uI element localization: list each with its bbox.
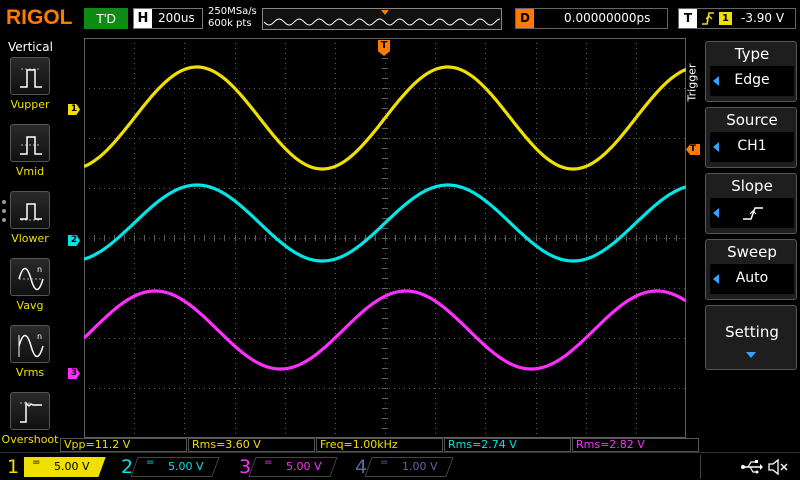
ch2-offset-marker[interactable]: 2 — [68, 235, 80, 246]
channel-1-status[interactable]: 1 = 5.00 V — [2, 455, 112, 479]
type-value: Edge — [734, 72, 770, 88]
channel-3-coupling: = — [264, 457, 273, 468]
channel-4-scale: 1.00 V — [402, 460, 438, 473]
sample-rate: 250MSa/s — [208, 6, 257, 17]
horizontal-timebase-box[interactable]: H 200us — [133, 8, 203, 29]
vupper-button[interactable] — [10, 57, 50, 95]
vavg-label: Vavg — [16, 299, 44, 312]
trace-ch3 — [84, 289, 686, 371]
measure-vertical-menu: Vertical Vupper Vmid Vlower n Vavg n Vrm… — [0, 38, 60, 448]
slope-value-box — [710, 198, 794, 228]
trigger-slope-softkey[interactable]: Slope — [705, 173, 797, 234]
menu-title: Vertical — [8, 40, 53, 54]
channel-2-scale: 5.00 V — [168, 460, 204, 473]
sweep-title: Sweep — [727, 243, 777, 261]
channel-1-coupling: = — [32, 457, 41, 468]
trigger-menu-tab: Trigger — [685, 60, 703, 110]
measurement-ch1-freq[interactable]: Freq=1.00kHz — [316, 438, 443, 452]
vavg-icon: n — [18, 265, 44, 291]
source-value-box: CH1 — [710, 132, 794, 162]
type-title: Type — [734, 45, 770, 63]
brand-logo: RIGOL — [6, 6, 73, 29]
horizontal-label: H — [134, 9, 152, 28]
overshoot-button[interactable] — [10, 392, 50, 430]
trigger-menu-label: Trigger — [685, 63, 699, 102]
vavg-button[interactable]: n — [10, 258, 50, 296]
channel-status-bar: 1 = 5.00 V 2 = 5.00 V 3 = 5.00 V 4 = 1.0… — [0, 452, 800, 480]
channel-2-status[interactable]: 2 = 5.00 V — [116, 455, 226, 479]
trigger-type-softkey[interactable]: Type Edge — [705, 41, 797, 102]
vrms-icon: n — [18, 332, 44, 358]
graticule — [84, 38, 686, 438]
channel-3-status[interactable]: 3 = 5.00 V — [234, 455, 344, 479]
channel-1-number: 1 — [2, 455, 24, 479]
vlower-label: Vlower — [11, 232, 49, 245]
run-state-badge[interactable]: T'D — [84, 8, 128, 29]
trigger-delay-box[interactable]: D 0.00000000ps — [515, 8, 668, 29]
svg-text:n: n — [37, 265, 42, 274]
svg-text:n: n — [37, 332, 42, 341]
trigger-position-marker-icon — [381, 10, 389, 15]
vmid-button[interactable] — [10, 124, 50, 162]
source-title: Source — [726, 111, 778, 129]
channel-4-coupling: = — [380, 457, 389, 468]
channel-2-coupling: = — [146, 457, 155, 468]
vupper-label: Vupper — [10, 98, 50, 111]
top-status-bar: RIGOL T'D H 200us 250MSa/s 600k pts D 0.… — [0, 0, 800, 38]
trigger-source-softkey[interactable]: Source CH1 — [705, 107, 797, 168]
overshoot-icon — [20, 401, 42, 423]
memory-depth: 600k pts — [208, 18, 252, 29]
trace-ch2 — [84, 183, 686, 263]
ch1-offset-marker[interactable]: 1 — [68, 104, 80, 115]
delay-value: 0.00000000ps — [564, 11, 651, 25]
trigger-label: T — [679, 9, 697, 28]
timebase-value: 200us — [158, 11, 195, 25]
type-value-box: Edge — [710, 66, 794, 96]
rising-edge-icon — [743, 207, 763, 220]
channel-3-scale: 5.00 V — [286, 460, 322, 473]
channel-4-number: 4 — [354, 456, 368, 478]
vupper-icon — [20, 68, 42, 88]
trigger-source-badge: 1 — [719, 12, 732, 25]
channel-4-status[interactable]: 4 = 1.00 V — [350, 455, 460, 479]
trigger-sweep-softkey[interactable]: Sweep Auto — [705, 239, 797, 300]
slope-title: Slope — [731, 177, 773, 195]
sweep-value-box: Auto — [710, 264, 794, 294]
sweep-value: Auto — [735, 270, 769, 286]
overshoot-label: Overshoot — [1, 433, 59, 446]
vrms-label: Vrms — [15, 366, 45, 379]
submenu-down-arrow-icon — [746, 352, 756, 358]
trigger-status-box[interactable]: T 1 -3.90 V — [678, 8, 796, 29]
setting-title: Setting — [725, 323, 779, 341]
vmid-label: Vmid — [15, 165, 45, 178]
memory-waveform-preview — [263, 10, 501, 26]
delay-label: D — [516, 9, 534, 28]
menu-page-dots — [2, 200, 6, 227]
measurement-results-bar: Vpp=11.2 V Rms=3.60 V Freq=1.00kHz Rms=2… — [60, 438, 700, 452]
channel-2-number: 2 — [120, 456, 134, 478]
measurement-ch1-vpp[interactable]: Vpp=11.2 V — [60, 438, 187, 452]
source-value: CH1 — [737, 138, 767, 154]
channel-1-scale: 5.00 V — [54, 460, 90, 473]
measurement-ch3-rms[interactable]: Rms=2.82 V — [572, 438, 699, 452]
trigger-level-marker[interactable]: T — [686, 144, 700, 155]
system-icons-area — [700, 455, 800, 479]
vmid-icon — [20, 136, 42, 155]
vrms-button[interactable]: n — [10, 325, 50, 363]
waveform-display[interactable] — [84, 38, 686, 438]
measurement-ch2-rms[interactable]: Rms=2.74 V — [444, 438, 571, 452]
speaker-muted-icon[interactable] — [767, 458, 789, 476]
memory-position-bar[interactable] — [262, 8, 502, 30]
selector-arrow-icon — [713, 208, 719, 218]
measurement-ch1-rms[interactable]: Rms=3.60 V — [188, 438, 315, 452]
vlower-icon — [20, 203, 42, 221]
ch3-offset-marker[interactable]: 3 — [68, 368, 80, 379]
vlower-button[interactable] — [10, 191, 50, 229]
usb-icon[interactable] — [741, 458, 763, 476]
trigger-level-value: -3.90 V — [741, 11, 785, 25]
rising-edge-icon — [702, 12, 714, 25]
trigger-setting-softkey[interactable]: Setting — [705, 305, 797, 370]
channel-3-number: 3 — [238, 456, 252, 478]
